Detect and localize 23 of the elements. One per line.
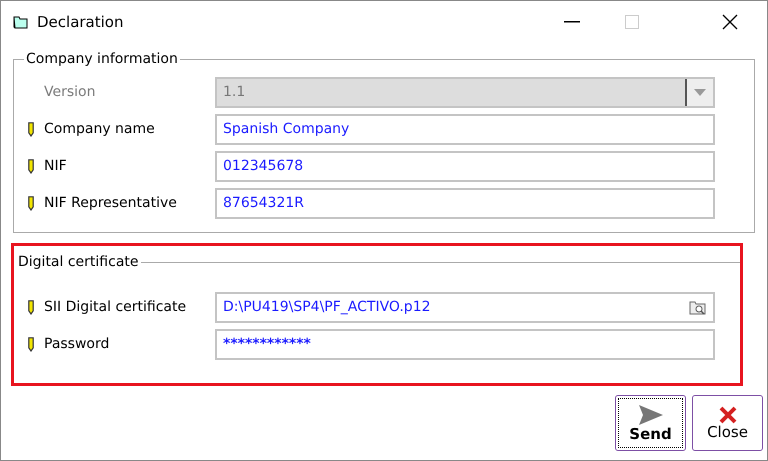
close-icon [722,14,738,30]
maximize-icon [625,15,639,29]
group-legend: Company information [24,50,180,68]
field-label: Company name [44,120,156,139]
send-arrow-icon [638,404,664,426]
field-label: NIF [44,157,68,176]
send-button[interactable]: Send [615,395,686,451]
close-icon [718,406,736,424]
browse-folder-icon[interactable] [689,300,707,315]
window-icon [13,15,29,29]
field-label: NIF Representative [44,194,178,213]
field-label: Version [44,83,96,102]
file-field[interactable]: D:\PU419\SP4\PF_ACTIVO.p12 [215,292,715,323]
field-label: Password [44,335,110,354]
field-label: SII Digital certificate [44,298,188,317]
input-field[interactable]: 87654321R [215,188,715,219]
close-dialog-button[interactable]: Close [692,395,763,451]
window-title: Declaration [37,12,124,33]
input-field[interactable]: Spanish Company [215,114,715,145]
input-field[interactable]: 012345678 [215,151,715,182]
password-field[interactable]: ************ [215,329,715,360]
minimize-icon [564,21,580,23]
group-legend: Digital certificate [18,252,138,273]
